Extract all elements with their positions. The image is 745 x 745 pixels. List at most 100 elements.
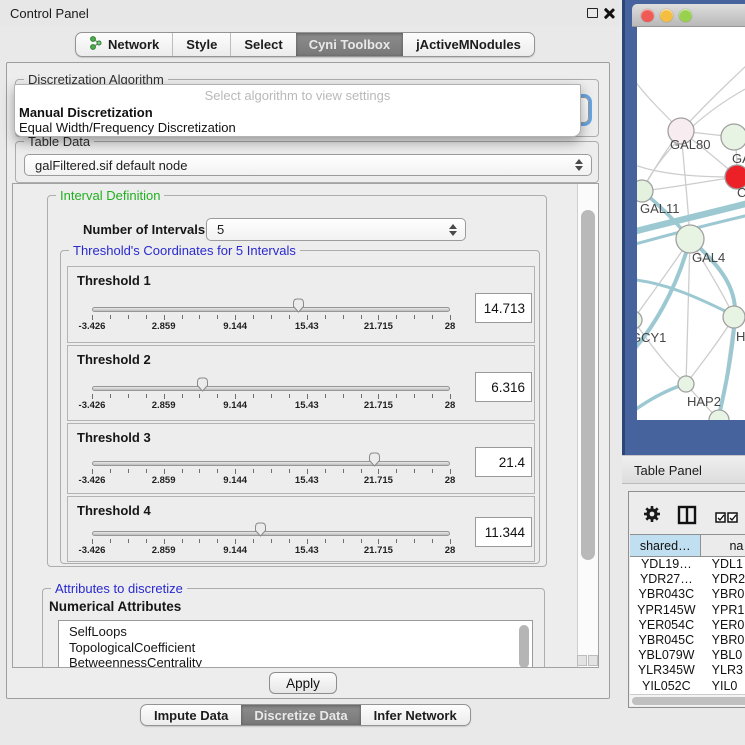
scroll-up-button[interactable] [577, 655, 587, 666]
select-checkbox-icon[interactable] [715, 510, 726, 528]
cell-shared-name[interactable]: YIL052C [630, 679, 703, 694]
threshold-slider-handle-3[interactable] [368, 452, 381, 467]
table-horizontal-scrollbar[interactable] [630, 694, 745, 706]
threshold-value-field-3[interactable]: 21.4 [475, 447, 532, 477]
number-of-intervals-combo[interactable]: 5 [206, 218, 466, 241]
mode-tab-impute-data[interactable]: Impute Data [141, 705, 241, 725]
column-header-shared-name[interactable]: shared… [630, 535, 701, 556]
slider-tick [325, 539, 326, 543]
scroll-down-button[interactable] [588, 655, 598, 666]
close-icon[interactable] [603, 7, 616, 20]
table-data-combo[interactable]: galFiltered.sif default node [24, 154, 592, 176]
numerical-attributes-list[interactable]: SelfLoopsTopologicalCoefficientBetweenne… [58, 620, 533, 668]
attribute-item-betweennesscentrality[interactable]: BetweennessCentrality [59, 655, 532, 668]
cell-name[interactable]: YIL0 [703, 679, 745, 694]
slider-tick [361, 315, 362, 319]
mac-close-button[interactable] [641, 9, 654, 22]
cell-shared-name[interactable]: YBR045C [630, 633, 703, 648]
cell-shared-name[interactable]: YER054C [630, 618, 703, 633]
table-horizontal-scrollbar-thumb[interactable] [632, 697, 745, 705]
algorithm-option-manual-discretization[interactable]: Manual Discretization [19, 105, 153, 120]
network-edge[interactable] [637, 384, 685, 417]
attributes-list-scrollbar[interactable] [519, 625, 529, 668]
threshold-slider-track-2[interactable] [92, 386, 450, 391]
cell-name[interactable]: YPR1 [703, 603, 745, 618]
network-edge[interactable] [642, 177, 737, 191]
cell-name[interactable]: YLR3 [703, 663, 745, 678]
slider-tick [414, 469, 415, 473]
algorithm-option-equal-width-frequency[interactable]: Equal Width/Frequency Discretization [19, 120, 236, 135]
threshold-slider-track-4[interactable] [92, 531, 450, 536]
mac-zoom-button[interactable] [679, 9, 692, 22]
slider-tick [378, 469, 379, 474]
cell-shared-name[interactable]: YDR27… [630, 572, 703, 587]
mac-minimize-button[interactable] [660, 9, 673, 22]
mode-tab-infer-network[interactable]: Infer Network [361, 705, 470, 725]
table-row[interactable]: YBL079WYBL0 [630, 648, 745, 663]
network-node-gal11[interactable] [637, 180, 653, 202]
slider-tick [432, 469, 433, 473]
network-node-label-h: H [736, 329, 745, 344]
table-row[interactable]: YBR045CYBR0 [630, 633, 745, 648]
split-columns-icon[interactable] [677, 505, 697, 530]
network-node-hap2[interactable] [678, 376, 694, 392]
cell-shared-name[interactable]: YPR145W [630, 603, 703, 618]
network-node-gcy1[interactable] [637, 311, 642, 329]
network-window-titlebar[interactable] [632, 4, 745, 27]
threshold-value-field-1[interactable]: 14.713 [475, 293, 532, 323]
table-row[interactable]: YPR145WYPR1 [630, 603, 745, 618]
vertical-scrollbar-thumb[interactable] [581, 210, 595, 560]
tab-jactivemnodules[interactable]: jActiveMNodules [403, 33, 534, 56]
cell-name[interactable]: YBR0 [703, 587, 745, 602]
table-row[interactable]: YDR27…YDR2 [630, 572, 745, 587]
cell-shared-name[interactable]: YBR043C [630, 587, 703, 602]
apply-button[interactable]: Apply [269, 672, 337, 694]
cell-shared-name[interactable]: YDL19… [630, 557, 703, 572]
cell-name[interactable]: YBR0 [703, 633, 745, 648]
network-node-ga[interactable] [721, 124, 745, 150]
network-edge[interactable] [637, 279, 733, 315]
select-checkbox-icon[interactable] [727, 510, 738, 528]
column-header-name[interactable]: na [701, 535, 745, 556]
network-edge[interactable] [686, 239, 690, 384]
threshold-slider-handle-2[interactable] [196, 377, 209, 392]
vertical-scrollbar[interactable] [577, 184, 598, 668]
tab-cyni-toolbox[interactable]: Cyni Toolbox [296, 33, 403, 56]
settings-gear-icon[interactable] [643, 505, 661, 528]
network-node[interactable] [709, 410, 729, 420]
cell-name[interactable]: YDL1 [703, 557, 745, 572]
tab-network[interactable]: Network [76, 33, 172, 56]
threshold-slider-track-3[interactable] [92, 461, 450, 466]
cell-name[interactable]: YER0 [703, 618, 745, 633]
cell-shared-name[interactable]: YBL079W [630, 648, 703, 663]
network-node-h[interactable] [723, 306, 745, 328]
network-node-label-c: C [737, 185, 745, 200]
network-edge[interactable] [681, 63, 745, 131]
attribute-item-selfloops[interactable]: SelfLoops [59, 624, 532, 640]
slider-tick-label: 2.859 [152, 545, 176, 556]
number-of-intervals-value: 5 [217, 222, 224, 237]
threshold-slider-handle-1[interactable] [292, 298, 305, 313]
cell-shared-name[interactable]: YLR345W [630, 663, 703, 678]
table-row[interactable]: YDL19…YDL1 [630, 557, 745, 572]
threshold-value-field-2[interactable]: 6.316 [475, 372, 532, 402]
threshold-slider-track-1[interactable] [92, 307, 450, 312]
mode-tab-discretize-data[interactable]: Discretize Data [241, 705, 360, 725]
table-row[interactable]: YER054CYER0 [630, 618, 745, 633]
table-row[interactable]: YLR345WYLR3 [630, 663, 745, 678]
table-row[interactable]: YBR043CYBR0 [630, 587, 745, 602]
threshold-value-field-4[interactable]: 11.344 [475, 517, 532, 547]
slider-tick-label: 9.144 [223, 475, 247, 486]
float-window-icon[interactable] [587, 8, 598, 18]
threshold-label-3: Threshold 3 [77, 430, 151, 445]
attribute-item-topologicalcoefficient[interactable]: TopologicalCoefficient [59, 640, 532, 656]
network-canvas[interactable]: GAL80GACGAL11GAL4GCY1HHAP2 [637, 27, 745, 420]
tab-style[interactable]: Style [172, 33, 230, 56]
slider-tick-label: 21.715 [364, 321, 393, 332]
network-node-gal4[interactable] [676, 225, 704, 253]
tab-select[interactable]: Select [230, 33, 295, 56]
table-row[interactable]: YIL052CYIL0 [630, 679, 745, 694]
cell-name[interactable]: YBL0 [703, 648, 745, 663]
cell-name[interactable]: YDR2 [703, 572, 745, 587]
threshold-slider-handle-4[interactable] [254, 522, 267, 537]
